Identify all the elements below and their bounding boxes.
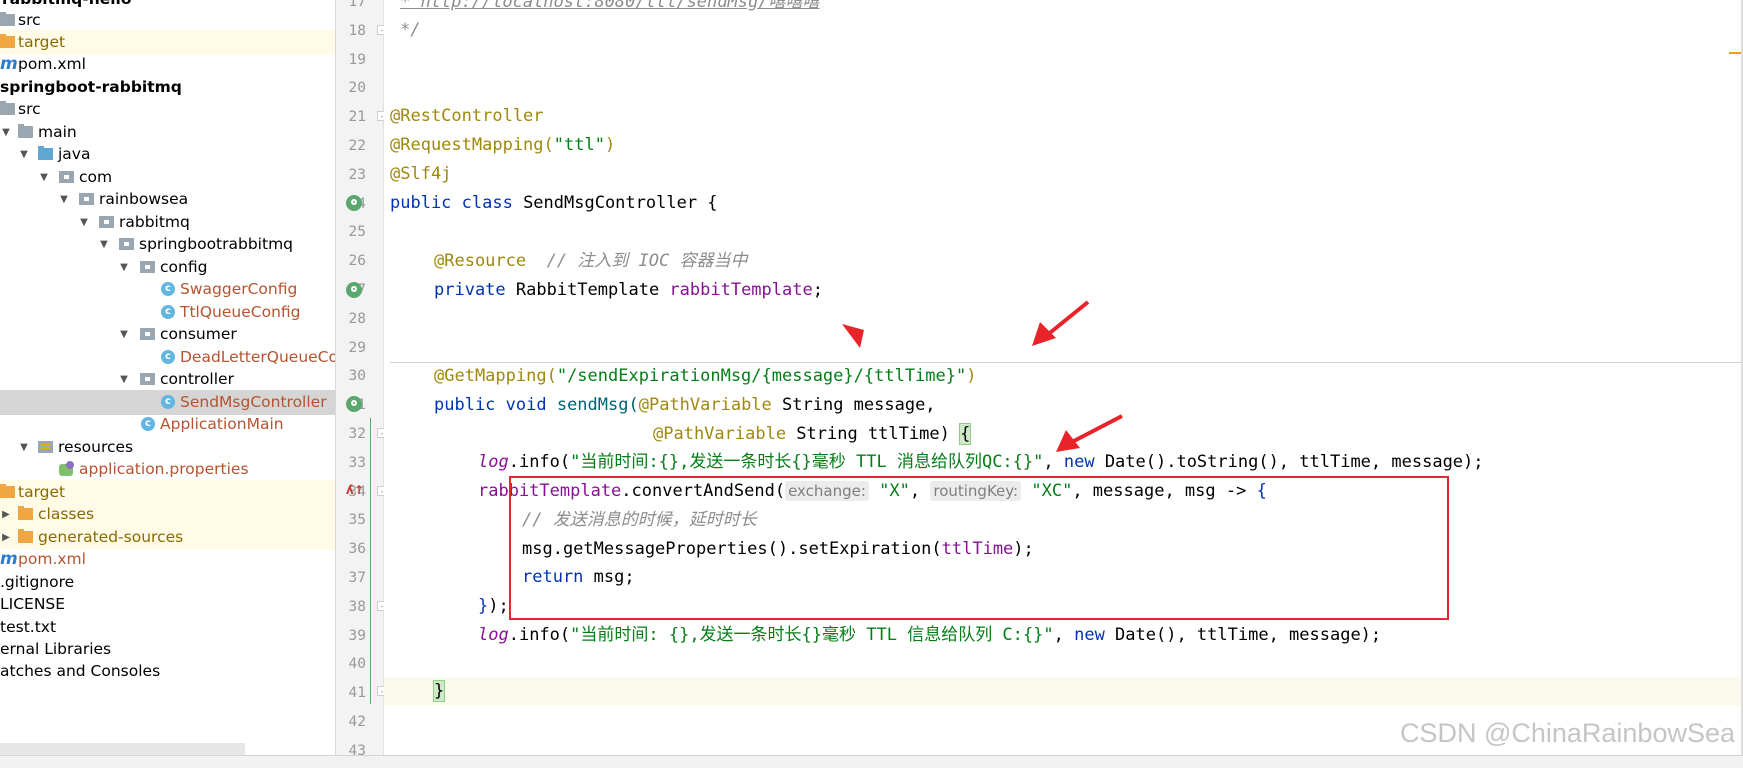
code-line-27: private RabbitTemplate rabbitTemplate;	[434, 280, 823, 300]
tree-item-pom-xml[interactable]: m pom.xml	[0, 547, 335, 572]
chevron-down-icon[interactable]: ▼	[18, 142, 30, 167]
excluded-folder-icon	[0, 34, 15, 48]
code-line-24: public class SendMsgController {	[390, 193, 718, 213]
maven-icon: m	[0, 54, 18, 74]
tree-item-java[interactable]: ▼ java	[0, 142, 335, 167]
text-caret	[444, 680, 446, 702]
chevron-down-icon[interactable]: ▼	[118, 322, 130, 347]
line-number: 32	[348, 426, 366, 442]
red-arrow-annotation	[842, 324, 864, 348]
tree-item-rainbowsea[interactable]: ▼ rainbowsea	[0, 187, 335, 212]
tree-item-applicationmain[interactable]: c ApplicationMain	[0, 412, 335, 437]
class-icon: c	[161, 350, 175, 364]
line-number: 23	[348, 166, 366, 183]
code-line-23: @Slf4j	[390, 164, 452, 184]
tree-item-license[interactable]: LICENSE	[0, 592, 335, 617]
line-number: 22	[348, 138, 366, 154]
folder-icon	[0, 12, 15, 26]
tool-window-bar[interactable]	[0, 755, 1743, 768]
annotation-highlight-box	[509, 476, 1449, 620]
class-icon: c	[161, 282, 175, 296]
tree-item-swaggerconfig[interactable]: c SwaggerConfig	[0, 277, 335, 302]
error-stripe-marker[interactable]	[1729, 52, 1741, 54]
tree-item-pom-xml[interactable]: m pom.xml	[0, 52, 335, 77]
code-line-26: @Resource // 注入到 IOC 容器当中	[434, 251, 748, 271]
package-icon	[119, 238, 134, 250]
package-icon	[99, 216, 114, 228]
line-number: 39	[348, 627, 366, 644]
vcs-change-marker	[370, 418, 371, 704]
spring-bean-gutter-icon[interactable]	[346, 282, 362, 298]
line-number: 20	[348, 80, 366, 97]
tree-item-src[interactable]: src	[0, 97, 335, 122]
code-line-32: @PathVariable String ttlTime) {	[653, 423, 972, 445]
spring-bean-gutter-icon[interactable]	[346, 195, 362, 211]
tree-item-controller[interactable]: ▼ controller	[0, 367, 335, 392]
watermark: CSDN @ChinaRainbowSea	[1399, 718, 1735, 748]
resources-folder-icon	[38, 441, 53, 453]
tree-item-consumer[interactable]: ▼ consumer	[0, 322, 335, 347]
chevron-right-icon[interactable]: ▶	[0, 502, 12, 527]
tree-horizontal-scrollbar[interactable]	[0, 743, 245, 755]
red-arrow-annotation	[1056, 414, 1123, 452]
chevron-down-icon[interactable]: ▼	[98, 232, 110, 257]
excluded-folder-icon	[18, 506, 33, 520]
code-line-38: });	[478, 596, 509, 616]
line-number: 30	[348, 368, 366, 385]
line-number: 21	[348, 109, 366, 126]
code-line-31: public void sendMsg(@PathVariable String…	[434, 395, 936, 415]
class-icon: c	[161, 305, 175, 319]
code-line-30: @GetMapping("/sendExpirationMsg/{message…	[434, 366, 977, 386]
line-number: 40	[348, 656, 366, 673]
tree-item-application-properties[interactable]: application.properties	[0, 457, 335, 482]
excluded-folder-icon	[0, 484, 15, 498]
code-line-39: log.info("当前时间: {},发送一条时长{}毫秒 TTL 信息给队列 …	[478, 625, 1382, 645]
tree-item-springbootrabbitmq[interactable]: ▼ springbootrabbitmq	[0, 232, 335, 257]
code-line-22: @RequestMapping("ttl")	[390, 135, 616, 155]
line-number: 18	[348, 22, 366, 39]
method-separator	[390, 362, 1743, 363]
source-folder-icon	[38, 146, 53, 160]
tree-item-classes[interactable]: ▶ classes	[0, 502, 335, 527]
line-number: 35	[348, 512, 366, 529]
line-number: 29	[348, 339, 366, 356]
chevron-down-icon[interactable]: ▼	[58, 187, 70, 212]
code-line-18: */	[400, 20, 421, 40]
properties-file-icon	[59, 461, 74, 476]
package-icon	[79, 193, 94, 205]
spring-web-endpoint-gutter-icon[interactable]	[346, 396, 362, 412]
folder-icon	[18, 124, 33, 138]
chevron-down-icon[interactable]: ▼	[118, 367, 130, 392]
line-number: 37	[348, 570, 366, 586]
line-number: 25	[348, 224, 366, 241]
code-line-17: * http://localhost:8080/ttl/sendMsg/嘻嘻嘻	[400, 0, 820, 12]
red-arrow-annotation	[1032, 300, 1090, 346]
line-number: 19	[348, 51, 366, 68]
package-icon	[140, 328, 155, 340]
class-icon: c	[161, 395, 175, 409]
excluded-folder-icon	[18, 529, 33, 543]
line-number: 17	[348, 0, 366, 10]
project-tree[interactable]: rabbitmq-hello src target m pom.xml spri…	[0, 0, 336, 755]
spring-boot-class-icon: c	[141, 417, 155, 431]
maven-icon: m	[0, 549, 18, 569]
package-icon	[59, 171, 74, 183]
line-number: 41	[348, 685, 366, 702]
package-icon	[140, 373, 155, 385]
tree-item-scratches-and-consoles[interactable]: atches and Consoles	[0, 659, 335, 684]
code-line-41: }	[384, 677, 1743, 706]
code-line-33: log.info("当前时间:{},发送一条时长{}毫秒 TTL 消息给队列QC…	[478, 452, 1484, 472]
line-number: 38	[348, 598, 366, 615]
line-number: 26	[348, 253, 366, 270]
override-gutter-icon[interactable]: ʎ↑	[346, 482, 364, 498]
line-number: 28	[348, 310, 366, 327]
line-number: 33	[348, 454, 366, 471]
package-icon	[140, 261, 155, 273]
line-number: 36	[348, 541, 366, 558]
folder-icon	[0, 101, 15, 115]
code-editor[interactable]: * http://localhost:8080/ttl/sendMsg/嘻嘻嘻 …	[384, 0, 1743, 755]
line-number: 42	[348, 714, 366, 730]
code-line-21: @RestController	[390, 106, 544, 126]
